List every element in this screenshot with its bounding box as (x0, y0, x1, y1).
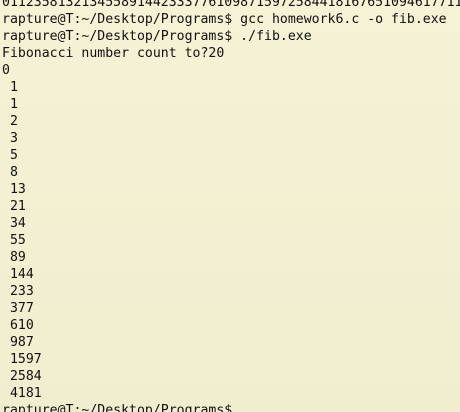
terminal-line: 1 (2, 80, 18, 95)
terminal-line: 610 (2, 318, 34, 333)
terminal-line: 4181 (2, 386, 42, 401)
terminal-line: 233 (2, 284, 34, 299)
terminal-line: 3 (2, 131, 18, 146)
terminal-line: 377 (2, 301, 34, 316)
terminal-line: rapture@T:~/Desktop/Programs$ ./fib.exe (2, 29, 312, 44)
terminal-line: 1 (2, 97, 18, 112)
terminal-line: 987 (2, 335, 34, 350)
terminal-line: 89 (2, 250, 26, 265)
terminal-line: 21 (2, 199, 26, 214)
terminal-line: 144 (2, 267, 34, 282)
terminal-line: rapture@T:~/Desktop/Programs$ gcc homewo… (2, 12, 447, 27)
terminal-line: 13 (2, 182, 26, 197)
terminal-line: 0112358132134558914423337761098715972584… (2, 0, 460, 10)
terminal-output[interactable]: 0 1 1 2 3 5 8 13 21 34 55 89 144 233 377 610 987 1597 2584… (0, 0, 460, 412)
terminal-line: 34 (2, 216, 26, 231)
terminal-line: 2584 (2, 369, 42, 384)
terminal-line: 5 (2, 148, 18, 163)
terminal-line: Fibonacci number count to?20 (2, 46, 225, 61)
terminal-line: 55 (2, 233, 26, 248)
terminal-line: 2 (2, 114, 18, 129)
terminal-line: 0 (2, 63, 10, 78)
terminal-line: 1597 (2, 352, 42, 367)
terminal-line: 8 (2, 165, 18, 180)
